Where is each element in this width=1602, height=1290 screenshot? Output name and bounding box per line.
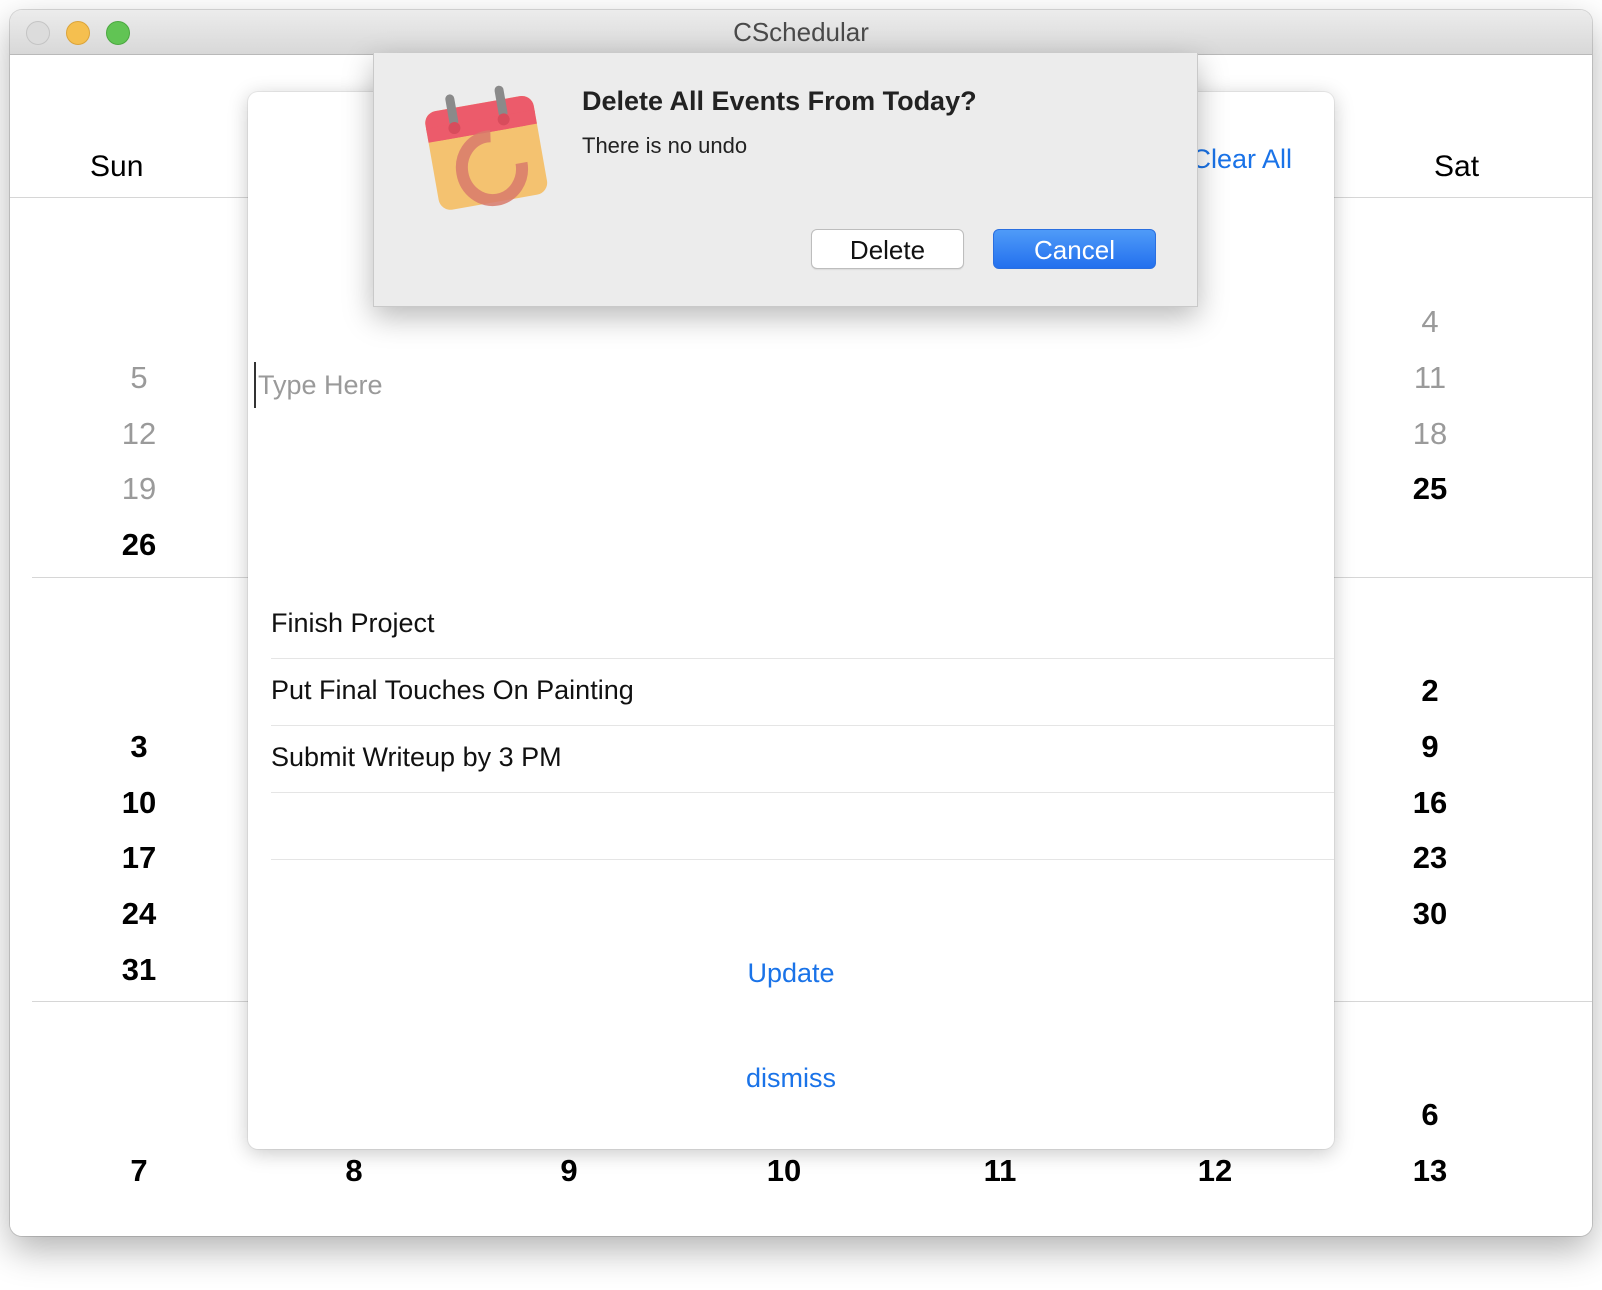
alert-message: There is no undo xyxy=(582,133,748,158)
alert-title: Delete All Events From Today? xyxy=(582,86,977,116)
event-list: Finish Project Put Final Touches On Pain… xyxy=(271,592,1334,860)
delete-button[interactable]: Delete xyxy=(811,229,964,269)
calendar-day[interactable]: 5 xyxy=(99,358,179,398)
cancel-button[interactable]: Cancel xyxy=(993,229,1156,269)
event-row-empty[interactable] xyxy=(271,793,1334,860)
delete-confirmation-alert: Delete All Events From Today? There is n… xyxy=(373,53,1198,307)
clear-all-button[interactable]: Clear All xyxy=(1191,144,1292,175)
day-header-sun: Sun xyxy=(90,150,144,183)
calendar-day[interactable]: 23 xyxy=(1390,838,1470,878)
event-row[interactable]: Finish Project xyxy=(271,592,1334,659)
calendar-day[interactable]: 12 xyxy=(99,414,179,454)
calendar-day[interactable]: 31 xyxy=(99,950,179,990)
calendar-day[interactable]: 10 xyxy=(744,1151,824,1191)
calendar-day[interactable]: 6 xyxy=(1390,1095,1470,1135)
calendar-day[interactable]: 8 xyxy=(314,1151,394,1191)
calendar-day[interactable]: 9 xyxy=(1390,727,1470,767)
calendar-day[interactable]: 3 xyxy=(99,727,179,767)
calendar-day[interactable]: 16 xyxy=(1390,783,1470,823)
event-row[interactable]: Submit Writeup by 3 PM xyxy=(271,726,1334,793)
calendar-day[interactable]: 12 xyxy=(1175,1151,1255,1191)
calendar-day[interactable]: 9 xyxy=(529,1151,609,1191)
window-title: CSchedular xyxy=(733,17,869,47)
calendar-day[interactable]: 2 xyxy=(1390,671,1470,711)
calendar-day[interactable]: 13 xyxy=(1390,1151,1470,1191)
dismiss-button[interactable]: dismiss xyxy=(248,1063,1334,1094)
calendar-day[interactable]: 10 xyxy=(99,783,179,823)
calendar-day[interactable]: 18 xyxy=(1390,414,1470,454)
title-bar: CSchedular xyxy=(10,10,1592,55)
calendar-day[interactable]: 17 xyxy=(99,838,179,878)
event-row[interactable]: Put Final Touches On Painting xyxy=(271,659,1334,726)
calendar-day[interactable]: 30 xyxy=(1390,894,1470,934)
calendar-day[interactable]: 24 xyxy=(99,894,179,934)
update-button[interactable]: Update xyxy=(248,958,1334,989)
calendar-day[interactable]: 4 xyxy=(1390,302,1470,342)
day-header-sat: Sat xyxy=(1434,150,1480,183)
calendar-app-icon xyxy=(425,85,548,210)
calendar-day[interactable]: 7 xyxy=(99,1151,179,1191)
calendar-day[interactable]: 11 xyxy=(960,1151,1040,1191)
calendar-day[interactable]: 26 xyxy=(99,525,179,565)
event-input[interactable] xyxy=(254,362,1060,408)
calendar-day[interactable]: 19 xyxy=(99,469,179,509)
calendar-day[interactable]: 11 xyxy=(1390,358,1470,398)
calendar-day[interactable]: 25 xyxy=(1390,469,1470,509)
